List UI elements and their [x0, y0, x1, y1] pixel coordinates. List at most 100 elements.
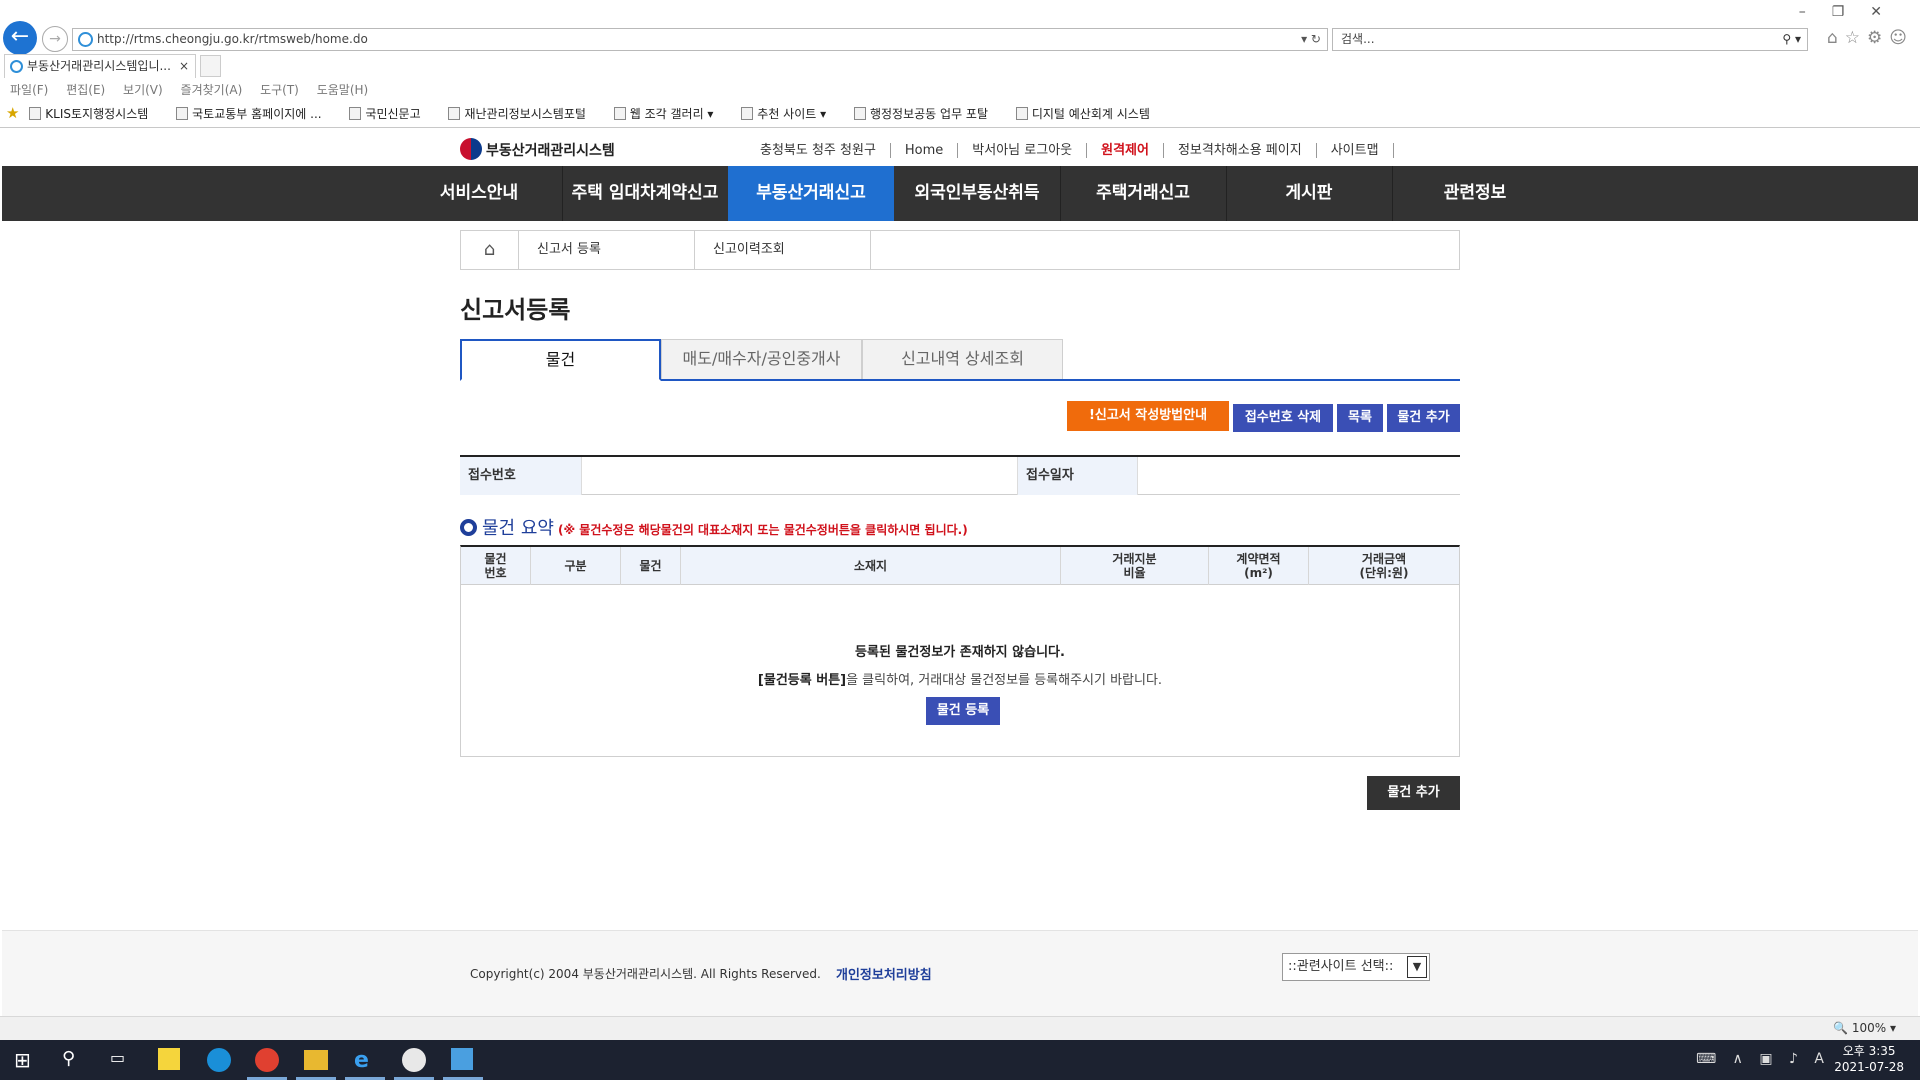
- site-footer: Copyright(c) 2004 부동산거래관리시스템. All Rights…: [2, 930, 1918, 1016]
- empty-message: 등록된 물건정보가 존재하지 않습니다.: [855, 645, 1065, 660]
- util-sitemap[interactable]: 사이트맵: [1316, 143, 1394, 158]
- menu-favorites[interactable]: 즐겨찾기(A): [181, 83, 243, 97]
- fav-item[interactable]: 디지털 예산회계 시스템: [1015, 107, 1162, 121]
- col-location: 소재지: [681, 547, 1061, 585]
- form-tabs: 물건 매도/매수자/공인중개사 신고내역 상세조회: [460, 339, 1460, 381]
- circle-bullet-icon: [460, 519, 477, 536]
- table-header: 물건 번호 구분 물건 소재지 거래지분 비율 계약면적 (m²) 거래금액 (…: [461, 547, 1459, 585]
- col-amount: 거래금액 (단위:원): [1359, 552, 1409, 580]
- taegeuk-logo-icon: [460, 138, 482, 160]
- privacy-policy-link[interactable]: 개인정보처리방침: [836, 964, 932, 983]
- breadcrumb-history[interactable]: 신고이력조회: [695, 231, 871, 269]
- tab-title: 부동산거래관리시스템입니...: [27, 59, 171, 73]
- util-region: 충청북도 청주 청원구: [746, 143, 891, 158]
- gnb-realestate-report[interactable]: 부동산거래신고: [728, 166, 894, 221]
- messenger-icon[interactable]: [402, 1048, 426, 1072]
- menu-edit[interactable]: 편집(E): [66, 83, 105, 97]
- system-tray[interactable]: ⌨ ∧ ▣ ♪ A: [1696, 1051, 1830, 1067]
- windows-start-icon[interactable]: ⊞: [14, 1048, 40, 1072]
- gnb-rental-report[interactable]: 주택 임대차계약신고: [562, 166, 728, 221]
- top-utility-bar: 부동산거래관리시스템 충청북도 청주 청원구 Home 박서아님 로그아웃 원격제어 정…: [2, 129, 1918, 166]
- browser-toolbar-icons[interactable]: ⌂☆⚙☺: [1827, 28, 1914, 48]
- guide-button[interactable]: !신고서 작성방법안내: [1067, 401, 1229, 431]
- tab-parties[interactable]: 매도/매수자/공인중개사: [661, 339, 862, 379]
- col-type: 구분: [531, 547, 621, 585]
- add-item-button[interactable]: 물건 추가: [1387, 404, 1460, 432]
- tab-item[interactable]: 물건: [460, 339, 661, 381]
- summary-heading: 물건 요약 (※ 물건수정은 해당물건의 대표소재지 또는 물건수정버튼을 클릭하…: [460, 514, 968, 540]
- fav-item[interactable]: 웹 조각 갤러리 ▾: [613, 107, 726, 121]
- windows-taskbar: ⊞ ⚲ ▭ e ⌨ ∧ ▣ ♪ A 오후 3:35 2021-07-28: [0, 1040, 1920, 1080]
- web-page: 부동산거래관리시스템 충청북도 청주 청원구 Home 박서아님 로그아웃 원격제어 정…: [2, 129, 1918, 1016]
- menu-file[interactable]: 파일(F): [10, 83, 48, 97]
- file-explorer-icon[interactable]: [304, 1050, 328, 1070]
- gnb-service-info[interactable]: 서비스안내: [396, 166, 562, 221]
- register-item-button[interactable]: 물건 등록: [926, 697, 1000, 725]
- breadcrumb: ⌂ 신고서 등록 신고이력조회: [460, 230, 1460, 270]
- search-icon[interactable]: ⚲ ▾: [1782, 29, 1801, 50]
- new-tab-button[interactable]: [200, 55, 221, 77]
- menu-view[interactable]: 보기(V): [123, 83, 163, 97]
- gnb-housing-report[interactable]: 주택거래신고: [1060, 166, 1226, 221]
- add-item-bottom-button[interactable]: 물건 추가: [1367, 776, 1460, 810]
- task-view-icon[interactable]: ▭: [110, 1048, 136, 1072]
- main-navigation: 서비스안내 주택 임대차계약신고 부동산거래신고 외국인부동산취득 주택거래신고…: [2, 166, 1918, 221]
- action-buttons: !신고서 작성방법안내 접수번호 삭제 목록 물건 추가: [2, 401, 1918, 433]
- gnb-related-info[interactable]: 관련정보: [1392, 166, 1558, 221]
- favorites-star-icon[interactable]: ★: [6, 104, 19, 122]
- related-site-select[interactable]: ::관련사이트 선택:: ▼: [1282, 953, 1430, 981]
- ie-icon: [78, 32, 93, 47]
- site-logo[interactable]: 부동산거래관리시스템: [460, 138, 615, 160]
- menu-help[interactable]: 도움말(H): [317, 83, 369, 97]
- clock[interactable]: 오후 3:35 2021-07-28: [1834, 1043, 1904, 1075]
- refresh-icon[interactable]: ▾ ↻: [1301, 29, 1321, 50]
- chevron-down-icon[interactable]: ▼: [1407, 956, 1427, 978]
- search-placeholder: 검색...: [1341, 32, 1375, 46]
- app-icon[interactable]: [451, 1048, 473, 1070]
- gnb-board[interactable]: 게시판: [1226, 166, 1392, 221]
- fav-item[interactable]: 행정정보공동 업무 포탈: [853, 107, 1000, 121]
- browser-tab[interactable]: 부동산거래관리시스템입니... ×: [4, 54, 196, 78]
- fav-item[interactable]: 재난관리정보시스템포털: [448, 107, 597, 121]
- window-controls[interactable]: –❐✕: [1799, 4, 1908, 20]
- item-summary-table: 물건 번호 구분 물건 소재지 거래지분 비율 계약면적 (m²) 거래금액 (…: [460, 545, 1460, 757]
- col-item-no: 물건 번호: [461, 547, 531, 585]
- fav-item[interactable]: 국민신문고: [349, 107, 432, 121]
- util-accessibility-page[interactable]: 정보격차해소용 페이지: [1163, 143, 1317, 158]
- util-home[interactable]: Home: [890, 143, 959, 158]
- search-input[interactable]: 검색... ⚲ ▾: [1332, 28, 1808, 51]
- copyright-text: Copyright(c) 2004 부동산거래관리시스템. All Rights…: [470, 967, 821, 981]
- col-contract-area: 계약면적 (m²): [1209, 547, 1309, 585]
- tab-report-detail[interactable]: 신고내역 상세조회: [862, 339, 1063, 379]
- menu-bar: 파일(F) 편집(E) 보기(V) 즐겨찾기(A) 도구(T) 도움말(H): [10, 81, 382, 98]
- gnb-foreigner-acquisition[interactable]: 외국인부동산취득: [894, 166, 1060, 221]
- receipt-no-label: 접수번호: [460, 457, 582, 495]
- browser-status-bar: 🔍 100% ▾: [0, 1016, 1920, 1040]
- receipt-date-value: [1138, 457, 1460, 495]
- url-text[interactable]: http://rtms.cheongju.go.kr/rtmsweb/home.…: [97, 32, 368, 46]
- fav-item[interactable]: 국토교통부 홈페이지에 ...: [176, 107, 333, 121]
- chrome-icon[interactable]: [255, 1048, 279, 1072]
- back-button[interactable]: ←: [3, 21, 37, 55]
- fav-item[interactable]: 추천 사이트 ▾: [741, 107, 838, 121]
- list-button[interactable]: 목록: [1337, 404, 1383, 432]
- search-icon[interactable]: ⚲: [62, 1048, 88, 1072]
- address-bar[interactable]: http://rtms.cheongju.go.kr/rtmsweb/home.…: [72, 28, 1328, 51]
- browser-chrome: ← → http://rtms.cheongju.go.kr/rtmsweb/h…: [0, 0, 1920, 128]
- tab-close-icon[interactable]: ×: [179, 55, 189, 77]
- col-item: 물건: [621, 547, 681, 585]
- edge-icon[interactable]: [207, 1048, 231, 1072]
- zoom-level[interactable]: 🔍 100% ▾: [1833, 1021, 1896, 1035]
- util-remote-control[interactable]: 원격제어: [1087, 143, 1164, 158]
- internet-explorer-icon[interactable]: e: [354, 1048, 380, 1073]
- favorites-bar: ★ KLIS토지행정시스템 국토교통부 홈페이지에 ... 국민신문고 재난관리…: [6, 104, 1174, 122]
- col-share-ratio: 거래지분 비율: [1061, 547, 1209, 585]
- fav-item[interactable]: KLIS토지행정시스템: [29, 107, 160, 121]
- menu-tools[interactable]: 도구(T): [260, 83, 299, 97]
- util-logout[interactable]: 박서아님 로그아웃: [958, 143, 1088, 158]
- home-icon[interactable]: ⌂: [461, 231, 519, 269]
- forward-button[interactable]: →: [42, 26, 68, 52]
- delete-receipt-button[interactable]: 접수번호 삭제: [1233, 404, 1333, 432]
- breadcrumb-register[interactable]: 신고서 등록: [519, 231, 695, 269]
- sticky-notes-icon[interactable]: [158, 1048, 180, 1070]
